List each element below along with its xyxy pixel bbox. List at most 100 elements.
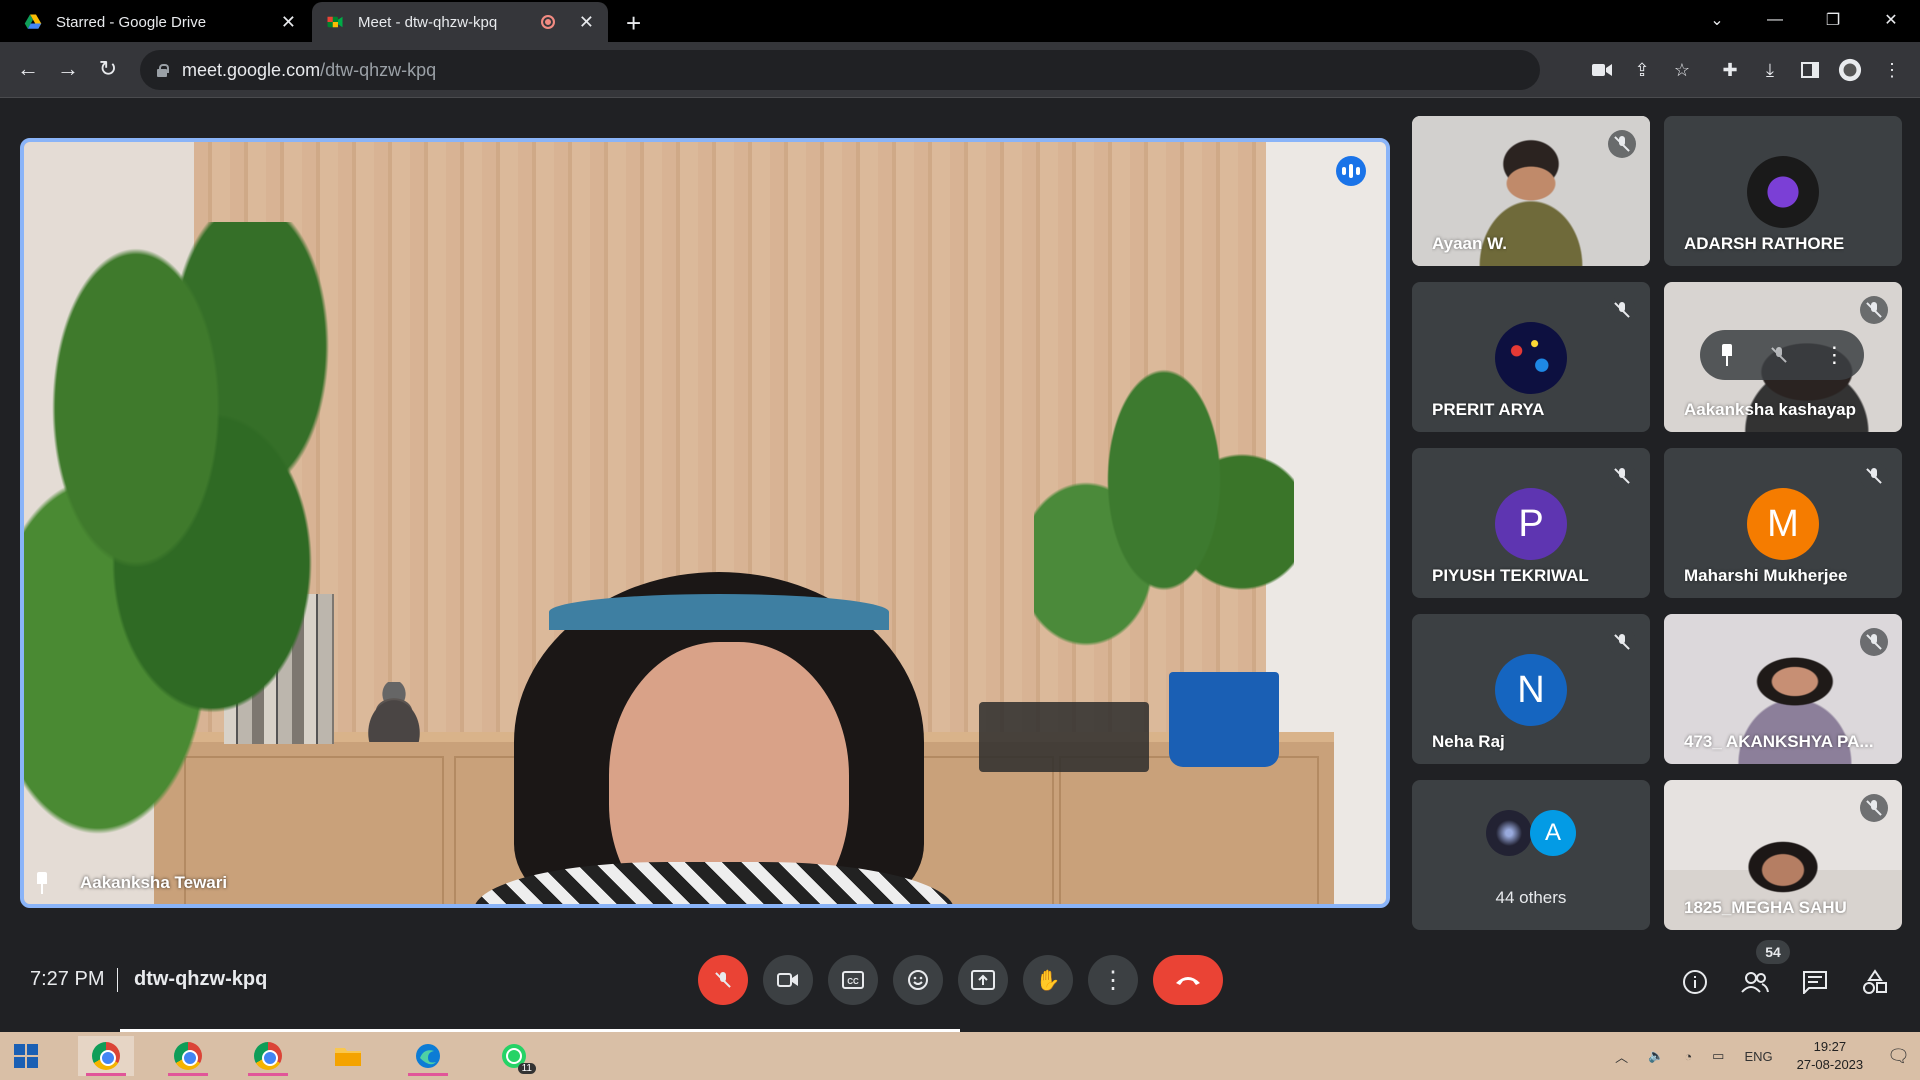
others-tile[interactable]: A 44 others	[1412, 780, 1650, 930]
video-background	[354, 682, 434, 742]
download-icon[interactable]: ⤓	[1758, 58, 1782, 82]
close-window-icon[interactable]: ✕	[1862, 10, 1920, 30]
captions-button[interactable]: CC	[828, 955, 878, 1005]
taskbar-whatsapp[interactable]: 11	[486, 1036, 542, 1076]
taskbar-file-explorer[interactable]	[320, 1036, 376, 1076]
notifications-icon[interactable]: 🗨	[1887, 1046, 1910, 1067]
participant-tile[interactable]: ⋮ Aakanksha kashayap	[1664, 282, 1902, 432]
language-indicator[interactable]: ENG	[1744, 1049, 1772, 1064]
close-tab-icon[interactable]: ✕	[281, 12, 296, 33]
battery-icon[interactable]: ▭	[1712, 1048, 1724, 1064]
speaker-name-label: Aakanksha Tewari	[34, 872, 227, 894]
taskbar-chrome-profile[interactable]	[160, 1036, 216, 1076]
more-options-icon[interactable]: ⋮	[1823, 342, 1845, 368]
raise-hand-button[interactable]: ✋	[1023, 955, 1073, 1005]
extensions-icon[interactable]: ✚	[1718, 58, 1742, 82]
people-icon	[1741, 972, 1769, 993]
taskbar-chrome-profile-2[interactable]	[240, 1036, 296, 1076]
meeting-details-button[interactable]	[1680, 967, 1710, 997]
participant-tile[interactable]: 473_ AKANKSHYA PA...	[1664, 614, 1902, 764]
participant-name: Maharshi Mukherjee	[1684, 566, 1848, 585]
svg-text:CC: CC	[847, 977, 859, 986]
browser-menu-icon[interactable]: ⋮	[1880, 58, 1904, 82]
speaker-name: Aakanksha Tewari	[80, 873, 228, 892]
url-path: /dtw-qhzw-kpq	[320, 59, 437, 80]
clock-date: 27-08-2023	[1796, 1057, 1864, 1072]
video-camera-icon	[777, 973, 798, 987]
windows-start-icon[interactable]	[14, 1044, 38, 1068]
tab-search-icon[interactable]: ⌄	[1688, 10, 1746, 30]
participant-tile[interactable]: M Maharshi Mukherjee	[1664, 448, 1902, 598]
participant-tile[interactable]: PRERIT ARYA	[1412, 282, 1650, 432]
reactions-button[interactable]	[893, 955, 943, 1005]
chrome-icon	[92, 1042, 120, 1070]
camera-toggle-button[interactable]	[763, 955, 813, 1005]
present-screen-button[interactable]	[958, 955, 1008, 1005]
participant-avatar	[1495, 322, 1567, 394]
volume-icon[interactable]: 🔈	[1648, 1048, 1664, 1064]
chat-button[interactable]	[1800, 967, 1830, 997]
system-tray: ︿ 🔈 ◔ ▭ ENG 19:27 27-08-2023 🗨	[1605, 1032, 1920, 1080]
wifi-icon[interactable]: ◔	[1684, 1049, 1692, 1064]
captions-icon: CC	[842, 971, 864, 989]
bookmark-star-icon[interactable]: ☆	[1670, 58, 1694, 82]
pin-icon[interactable]	[34, 872, 50, 894]
participant-avatar: M	[1747, 488, 1819, 560]
participant-name: Neha Raj	[1432, 732, 1505, 751]
participant-name: 1825_MEGHA SAHU	[1684, 898, 1847, 917]
emoji-icon	[908, 970, 928, 990]
participant-tile[interactable]: ADARSH RATHORE	[1664, 116, 1902, 266]
forward-icon[interactable]: →	[54, 56, 82, 82]
edge-icon	[416, 1044, 440, 1068]
participant-avatar: N	[1495, 654, 1567, 726]
profile-avatar-icon[interactable]	[1838, 58, 1862, 82]
muted-indicator	[1608, 462, 1636, 490]
taskbar-chrome[interactable]	[78, 1036, 134, 1076]
muted-indicator	[1860, 794, 1888, 822]
tab-google-drive[interactable]: Starred - Google Drive ✕	[10, 2, 310, 42]
lock-icon[interactable]	[156, 63, 169, 77]
speaking-indicator-icon	[1336, 156, 1366, 186]
participant-tile[interactable]: P PIYUSH TEKRIWAL	[1412, 448, 1650, 598]
taskbar-edge[interactable]	[400, 1036, 456, 1076]
participant-name: ADARSH RATHORE	[1684, 234, 1845, 253]
url-host: meet.google.com	[182, 59, 321, 80]
mute-participant-icon[interactable]	[1772, 347, 1786, 363]
new-tab-button[interactable]: +	[626, 8, 641, 39]
close-tab-icon[interactable]: ✕	[579, 12, 594, 33]
restore-icon[interactable]: ❐	[1804, 10, 1862, 30]
folder-icon	[335, 1048, 361, 1066]
meeting-time: 7:27 PM	[30, 968, 105, 990]
minimize-icon[interactable]: —	[1746, 11, 1804, 29]
meeting-controls-bar: 7:27 PM dtw-qhzw-kpq CC ✋ ⋮ 54	[0, 940, 1920, 1020]
participant-tile[interactable]: 1825_MEGHA SAHU	[1664, 780, 1902, 930]
address-bar[interactable]: meet.google.com/dtw-qhzw-kpq	[140, 50, 1540, 90]
tab-meet[interactable]: Meet - dtw-qhzw-kpq ✕	[312, 2, 608, 42]
google-drive-icon	[24, 14, 42, 29]
activities-icon	[1863, 969, 1887, 994]
participant-tile[interactable]: Ayaan W.	[1412, 116, 1650, 266]
people-button[interactable]	[1740, 967, 1770, 997]
pin-icon[interactable]	[1719, 344, 1735, 366]
tile-hover-controls: ⋮	[1700, 330, 1864, 380]
more-vert-icon: ⋮	[1101, 966, 1125, 994]
participant-avatar	[1747, 156, 1819, 228]
participant-name: Aakanksha kashayap	[1684, 400, 1856, 419]
back-icon[interactable]: ←	[14, 56, 42, 82]
system-clock[interactable]: 19:27 27-08-2023	[1797, 1038, 1864, 1074]
muted-indicator	[1860, 296, 1888, 324]
camera-in-use-icon[interactable]	[1590, 58, 1614, 82]
chevron-up-icon[interactable]: ︿	[1615, 1047, 1628, 1066]
share-icon[interactable]: ⇪	[1630, 58, 1654, 82]
microphone-toggle-button[interactable]	[698, 955, 748, 1005]
tab-title: Meet - dtw-qhzw-kpq	[358, 13, 498, 31]
leave-call-button[interactable]	[1153, 955, 1223, 1005]
more-options-button[interactable]: ⋮	[1088, 955, 1138, 1005]
main-speaker-tile[interactable]: Aakanksha Tewari	[20, 138, 1390, 908]
side-panel-icon[interactable]	[1798, 58, 1822, 82]
participant-avatar: P	[1495, 488, 1567, 560]
reload-icon[interactable]: ↻	[94, 56, 122, 82]
muted-indicator	[1608, 130, 1636, 158]
activities-button[interactable]	[1860, 967, 1890, 997]
participant-tile[interactable]: N Neha Raj	[1412, 614, 1650, 764]
